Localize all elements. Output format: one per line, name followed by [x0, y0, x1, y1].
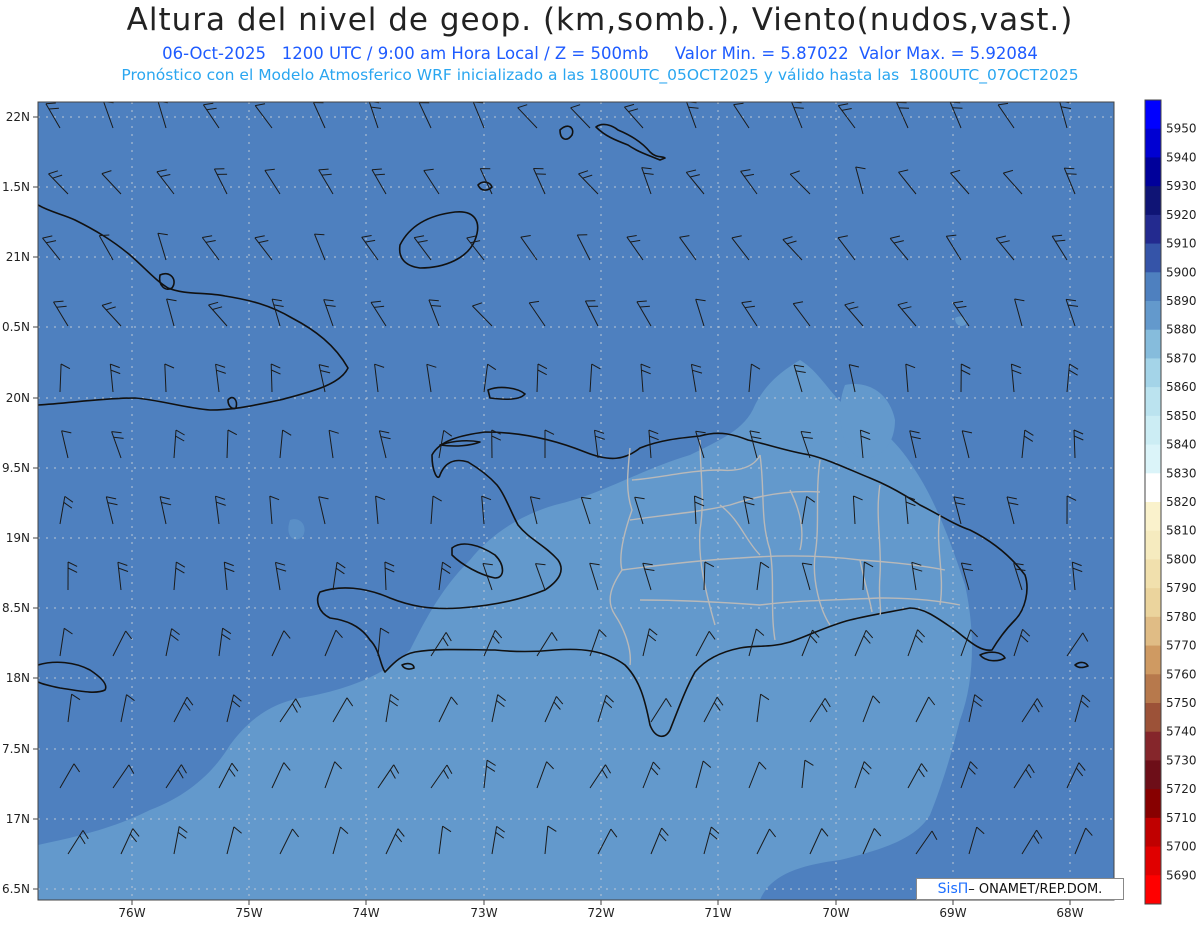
wind-barb-flag — [1066, 173, 1077, 175]
color-bar-label: 5860 — [1166, 380, 1197, 394]
map-plot-area — [38, 102, 1114, 900]
color-bar-label: 5940 — [1166, 150, 1197, 164]
color-bar-label: 5950 — [1166, 122, 1197, 136]
color-bar-label: 5920 — [1166, 208, 1197, 222]
color-bar-label: 5690 — [1166, 868, 1197, 882]
color-bar-swatch — [1145, 272, 1161, 302]
credit-text: – ONAMET/REP.DOM. — [968, 881, 1103, 897]
lon-tick-label: 71W — [704, 906, 731, 920]
lon-tick-label: 72W — [587, 906, 614, 920]
lat-tick-label: 18N — [6, 671, 30, 685]
color-bar-swatch — [1145, 530, 1161, 560]
wind-barb-flag — [793, 107, 804, 109]
color-bar-swatch — [1145, 616, 1161, 647]
color-bar-swatch — [1145, 214, 1161, 245]
color-bar: 5950 5940 5930 5920 5910 5900 5890 5880 5870 5860… — [1144, 99, 1197, 905]
color-bar-swatch — [1145, 588, 1161, 618]
lon-ticks — [131, 900, 1071, 905]
color-bar-label: 5820 — [1166, 495, 1197, 509]
lon-tick-label: 76W — [118, 906, 145, 920]
color-bar-label: 5910 — [1166, 237, 1197, 251]
color-bar-label: 5930 — [1166, 179, 1197, 193]
color-bar-label: 5870 — [1166, 351, 1197, 365]
color-bar-swatch — [1145, 760, 1161, 790]
color-bar-swatch — [1145, 387, 1161, 417]
color-bar-label: 5720 — [1166, 782, 1197, 796]
lat-tick-label: 0.5N — [2, 320, 30, 334]
color-bar-swatch — [1145, 100, 1161, 130]
lat-tick-label: 8.5N — [2, 601, 30, 615]
color-bar-swatch — [1145, 301, 1161, 331]
map-figure: 22N 1.5N 21N 0.5N 20N 9.5N 19N 8.5N 18N … — [2, 99, 1197, 920]
color-bar-swatch — [1145, 817, 1161, 848]
color-bar-label: 5700 — [1166, 840, 1197, 854]
color-bar-label: 5830 — [1166, 466, 1197, 480]
credit-box: SisΠ – ONAMET/REP.DOM. — [916, 878, 1124, 900]
color-bar-label: 5810 — [1166, 524, 1197, 538]
color-bar-label: 5750 — [1166, 696, 1197, 710]
color-bar-label: 5880 — [1166, 323, 1197, 337]
color-bar-label: 5790 — [1166, 581, 1197, 595]
wind-barb-flag — [1064, 167, 1075, 170]
color-bar-label: 5800 — [1166, 552, 1197, 566]
lon-tick-label: 69W — [939, 906, 966, 920]
lat-tick-label: 19N — [6, 531, 30, 545]
color-bar-label: 5760 — [1166, 667, 1197, 681]
lat-tick-label: 1.5N — [2, 180, 30, 194]
color-bar-swatch — [1145, 415, 1161, 446]
color-bar-swatch — [1145, 128, 1161, 158]
color-bar-swatch — [1145, 502, 1161, 532]
color-bar-swatch — [1145, 731, 1161, 761]
lat-tick-label: 9.5N — [2, 461, 30, 475]
color-bar-label: 5780 — [1166, 610, 1197, 624]
color-bar-label: 5730 — [1166, 753, 1197, 767]
color-bar-swatch — [1145, 559, 1161, 589]
color-bar-swatch — [1145, 789, 1161, 819]
lat-tick-label: 17N — [6, 812, 30, 826]
sisp-logo-text: SisΠ — [937, 881, 969, 897]
color-bar-swatch — [1145, 329, 1161, 359]
lat-tick-label: 6.5N — [2, 882, 30, 896]
color-bar-label: 5890 — [1166, 294, 1197, 308]
color-bar-label: 5740 — [1166, 725, 1197, 739]
color-bar-label: 5770 — [1166, 639, 1197, 653]
color-bar-label: 5900 — [1166, 265, 1197, 279]
color-bar-swatch — [1145, 358, 1161, 388]
wind-barb-flag — [952, 107, 963, 109]
lat-tick-label: 21N — [6, 250, 30, 264]
lat-ticks — [33, 116, 38, 890]
color-bar-swatch — [1145, 243, 1161, 273]
color-bar-swatch — [1145, 444, 1161, 474]
color-bar-label: 5850 — [1166, 409, 1197, 423]
lon-tick-label: 74W — [352, 906, 379, 920]
color-bar-swatch — [1145, 157, 1161, 187]
latitude-axis: 22N 1.5N 21N 0.5N 20N 9.5N 19N 8.5N 18N … — [2, 110, 30, 896]
lat-tick-label: 20N — [6, 391, 30, 405]
color-bar-swatch — [1145, 674, 1161, 704]
color-bar-label: 5840 — [1166, 438, 1197, 452]
lat-tick-label: 7.5N — [2, 742, 30, 756]
wind-barb-flag — [314, 233, 325, 236]
color-bar-swatch — [1145, 703, 1161, 733]
color-bar-label: 5710 — [1166, 811, 1197, 825]
wind-barb-flag — [99, 234, 110, 237]
color-bar-swatch — [1145, 645, 1161, 675]
color-bar-swatch — [1145, 473, 1161, 503]
color-bar-swatch — [1145, 875, 1161, 904]
lon-tick-label: 70W — [822, 906, 849, 920]
longitude-axis: 76W 75W 74W 73W 72W 71W 70W 69W 68W — [118, 906, 1083, 920]
lon-tick-label: 75W — [235, 906, 262, 920]
lat-tick-label: 22N — [6, 110, 30, 124]
color-bar-swatch — [1145, 846, 1161, 876]
lon-tick-label: 68W — [1056, 906, 1083, 920]
lon-tick-label: 73W — [470, 906, 497, 920]
color-bar-swatch — [1145, 186, 1161, 216]
